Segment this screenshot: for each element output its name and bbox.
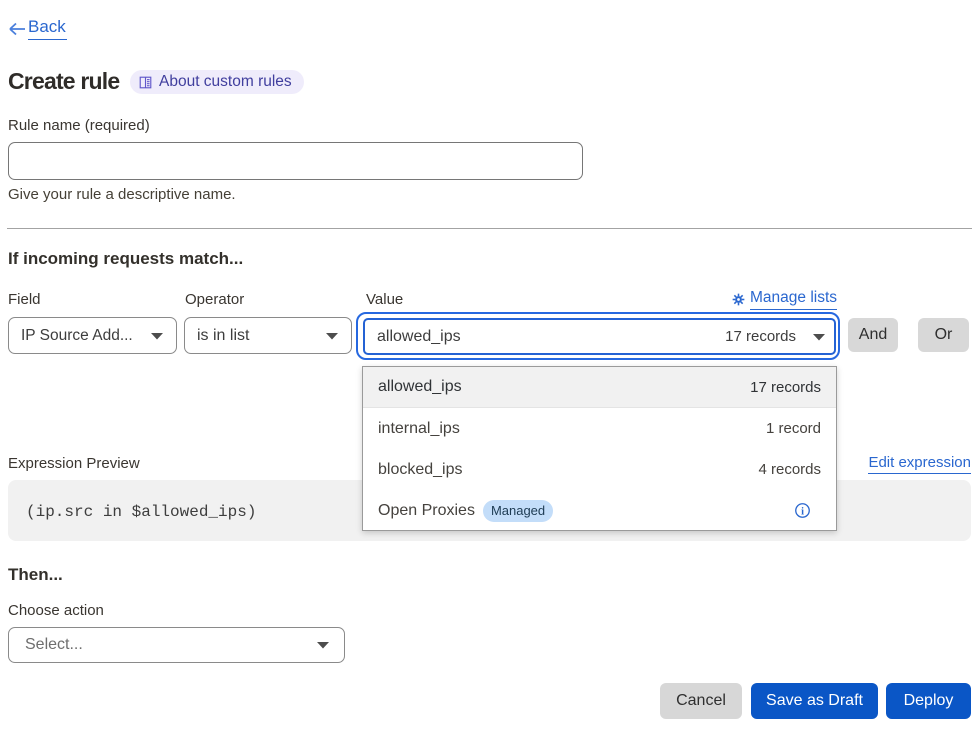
svg-text:i: i	[801, 506, 804, 517]
